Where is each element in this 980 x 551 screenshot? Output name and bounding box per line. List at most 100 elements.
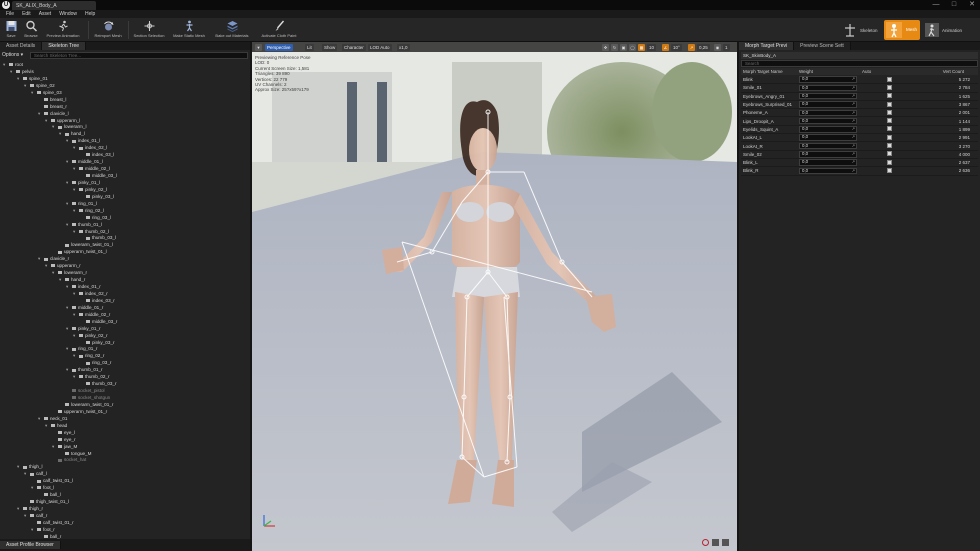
auto-checkbox[interactable] bbox=[887, 167, 892, 173]
minimize-icon[interactable]: — bbox=[931, 1, 941, 9]
unreal-logo[interactable]: U bbox=[2, 1, 10, 9]
camera-speed-value[interactable]: 1 bbox=[723, 44, 730, 51]
weight-input[interactable]: 0,0 ↗ bbox=[799, 84, 857, 92]
close-icon[interactable]: ✕ bbox=[967, 1, 977, 9]
viewport-options-icon[interactable]: ▼ bbox=[255, 44, 262, 51]
bone-row[interactable]: ring_03_l bbox=[2, 215, 244, 222]
scale-icon[interactable]: ▣ bbox=[620, 44, 627, 51]
bone-row[interactable]: pinky_03_l bbox=[2, 194, 244, 201]
lod-auto-button[interactable]: LOD Auto bbox=[368, 44, 392, 51]
auto-checkbox[interactable] bbox=[887, 101, 892, 107]
column-header-weight[interactable]: Weight bbox=[799, 68, 857, 75]
bone-row[interactable]: ▾ ring_01_r bbox=[2, 346, 244, 353]
auto-checkbox[interactable] bbox=[887, 84, 892, 90]
bone-row[interactable]: ▾ foot_r bbox=[2, 527, 244, 534]
activate-cloth-paint-button[interactable]: Activate Cloth Paint bbox=[256, 19, 302, 41]
bone-row[interactable]: ▾ upperarm_r bbox=[2, 263, 244, 270]
bone-row[interactable]: ▾ spine_01 bbox=[2, 76, 244, 83]
auto-checkbox[interactable] bbox=[887, 76, 892, 82]
auto-checkbox[interactable] bbox=[887, 93, 892, 99]
bone-row[interactable]: tongue_M bbox=[2, 451, 244, 458]
grid-snap-value[interactable]: 10 bbox=[647, 44, 657, 51]
column-header-name[interactable]: Morph Target Name bbox=[741, 68, 799, 75]
bone-row[interactable]: ▾ lowerarm_r bbox=[2, 270, 244, 277]
weight-input[interactable]: 0,0 ↗ bbox=[799, 142, 857, 150]
bake-out-materials-button[interactable]: Bake out Materials bbox=[210, 19, 254, 41]
bone-row[interactable]: ring_03_r bbox=[2, 360, 244, 367]
bone-row[interactable]: lowerarm_twist_01_r bbox=[2, 402, 244, 409]
bone-row[interactable]: ▾ pinky_02_r bbox=[2, 333, 244, 340]
menu-file[interactable]: File bbox=[2, 10, 18, 18]
reimport-mesh-button[interactable]: Reimport Mesh bbox=[91, 19, 125, 41]
bone-row[interactable]: calf_twist_01_l bbox=[2, 478, 244, 485]
menu-edit[interactable]: Edit bbox=[18, 10, 35, 18]
translate-icon[interactable]: ✥ bbox=[602, 44, 609, 51]
preview-animation-button[interactable]: Preview Animation bbox=[42, 19, 84, 41]
bone-row[interactable]: ▾ root bbox=[2, 62, 244, 69]
slider-handle-icon[interactable]: ↗ bbox=[852, 93, 855, 99]
tab-skeleton-tree[interactable]: Skeleton Tree bbox=[42, 42, 87, 50]
bone-row[interactable]: ▾ index_01_r bbox=[2, 284, 244, 291]
slider-handle-icon[interactable]: ↗ bbox=[852, 118, 855, 124]
auto-checkbox[interactable] bbox=[887, 143, 892, 149]
animation-mode-button[interactable]: Animation bbox=[924, 20, 962, 40]
menu-help[interactable]: Help bbox=[81, 10, 99, 18]
morph-target-row[interactable]: Smile_02 0,0 ↗ 4 000 bbox=[741, 151, 978, 159]
bone-row[interactable]: ▾ spine_02 bbox=[2, 83, 244, 90]
viewport[interactable]: ▼ Perspective Lit Show Character LOD Aut… bbox=[252, 42, 737, 551]
bone-row[interactable]: ▾ middle_02_r bbox=[2, 312, 244, 319]
slider-handle-icon[interactable]: ↗ bbox=[852, 143, 855, 149]
tab-morph-target-preview[interactable]: Morph Target Previ bbox=[739, 42, 795, 50]
weight-input[interactable]: 0,0 ↗ bbox=[799, 126, 857, 133]
bone-row[interactable]: ▾ clavicle_r bbox=[2, 256, 244, 263]
bone-row[interactable]: middle_03_r bbox=[2, 319, 244, 326]
bone-row[interactable]: ▾ jaw_M bbox=[2, 444, 244, 451]
weight-input[interactable]: 0,0 ↗ bbox=[799, 101, 857, 108]
bone-row[interactable]: ▾ clavicle_l bbox=[2, 111, 244, 118]
morph-target-row[interactable]: Eyelids_Squint_A 0,0 ↗ 1 899 bbox=[741, 126, 978, 135]
bone-row[interactable]: ball_l bbox=[2, 492, 244, 499]
make-static-mesh-button[interactable]: Make Static Mesh bbox=[170, 19, 208, 41]
bone-row[interactable]: ▾ spine_03 bbox=[2, 90, 244, 97]
options-dropdown[interactable]: Options ▾ bbox=[2, 52, 28, 59]
bone-row[interactable]: ▾ ring_01_l bbox=[2, 201, 244, 208]
slider-handle-icon[interactable]: ↗ bbox=[852, 127, 855, 132]
bone-row[interactable]: ▾ upperarm_l bbox=[2, 118, 244, 125]
maximize-icon[interactable]: □ bbox=[949, 1, 959, 9]
bone-row[interactable]: ▾ hand_r bbox=[2, 277, 244, 284]
bone-row[interactable]: ▾ thumb_01_l bbox=[2, 222, 244, 229]
grid-snap-icon[interactable]: ▦ bbox=[638, 44, 645, 51]
tab-preview-scene-settings[interactable]: Preview Scene Sett bbox=[794, 42, 851, 50]
skeleton-mode-button[interactable]: Skeleton bbox=[842, 20, 878, 40]
slider-handle-icon[interactable]: ↗ bbox=[852, 110, 855, 116]
perspective-button[interactable]: Perspective bbox=[265, 44, 293, 51]
bone-row[interactable]: ▾ head bbox=[2, 423, 244, 430]
bone-row[interactable]: upperarm_twist_01_l bbox=[2, 249, 244, 256]
tab-asset-profile-browser[interactable]: Asset Profile Browser bbox=[0, 541, 61, 549]
bone-row[interactable]: ▾ middle_01_l bbox=[2, 159, 244, 166]
bone-row[interactable]: lowerarm_twist_01_l bbox=[2, 242, 244, 249]
menu-asset[interactable]: Asset bbox=[35, 10, 56, 18]
rotation-snap-icon[interactable]: ∠ bbox=[662, 44, 669, 51]
section-selection-button[interactable]: Section Selection bbox=[131, 19, 167, 41]
scale-snap-icon[interactable]: ↗ bbox=[688, 44, 695, 51]
bone-row[interactable]: thumb_03_l bbox=[2, 235, 244, 242]
pause-icon[interactable] bbox=[712, 539, 719, 546]
bone-row[interactable]: middle_03_l bbox=[2, 173, 244, 180]
morph-target-row[interactable]: Phoneme_A 0,0 ↗ 2 001 bbox=[741, 109, 978, 118]
bone-row[interactable]: ▾ pinky_01_r bbox=[2, 326, 244, 333]
bone-row[interactable]: pinky_03_r bbox=[2, 340, 244, 347]
bone-row[interactable]: ▾ thigh_l bbox=[2, 464, 244, 471]
skeleton-tree-search-input[interactable]: Search Skeleton Tree... bbox=[30, 52, 248, 59]
bone-row[interactable]: index_03_r bbox=[2, 298, 244, 305]
slider-handle-icon[interactable]: ↗ bbox=[852, 85, 855, 91]
bone-row[interactable]: ▾ thigh_r bbox=[2, 506, 244, 513]
bone-row[interactable]: ▾ index_02_r bbox=[2, 291, 244, 298]
bone-row[interactable]: ▾ calf_r bbox=[2, 513, 244, 520]
bone-row[interactable]: ▾ index_02_l bbox=[2, 145, 244, 152]
bone-row[interactable]: index_03_l bbox=[2, 152, 244, 159]
bone-row[interactable]: ▾ middle_01_r bbox=[2, 305, 244, 312]
save-button[interactable]: Save bbox=[3, 19, 19, 41]
tab-asset-details[interactable]: Asset Details bbox=[0, 42, 43, 50]
bone-row[interactable]: ▾ hand_l bbox=[2, 131, 244, 138]
